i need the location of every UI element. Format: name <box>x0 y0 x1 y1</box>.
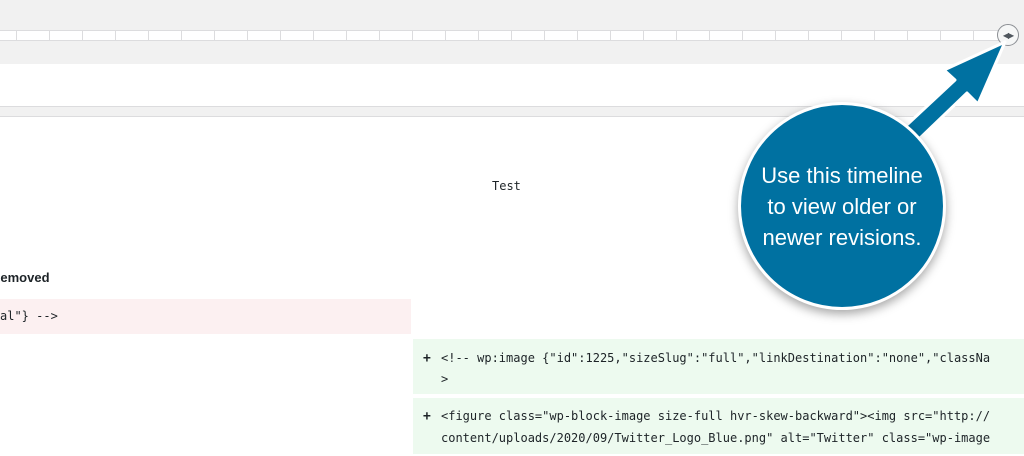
revision-meta-header <box>0 64 1024 107</box>
diff-title: Test <box>492 179 521 193</box>
timeline-revision-tick[interactable] <box>907 31 908 40</box>
added-code-line: <!-- wp:image {"id":1225,"sizeSlug":"ful… <box>441 351 991 365</box>
callout-line: newer revisions. <box>762 224 922 250</box>
timeline-revision-tick[interactable] <box>445 31 446 40</box>
timeline-revision-tick[interactable] <box>247 31 248 40</box>
added-code-line: content/uploads/2020/09/Twitter_Logo_Blu… <box>441 431 991 445</box>
timeline-revision-tick[interactable] <box>313 31 314 40</box>
timeline-revision-tick[interactable] <box>49 31 50 40</box>
timeline-revision-tick[interactable] <box>511 31 512 40</box>
timeline-slider-handle[interactable]: ◀▶ <box>997 24 1019 46</box>
removed-label-text: Removed <box>0 270 50 285</box>
timeline-revision-tick[interactable] <box>16 31 17 40</box>
callout-line: to view older or <box>767 193 917 219</box>
timeline-revision-tick[interactable] <box>214 31 215 40</box>
added-code-line: <figure class="wp-block-image size-full … <box>441 409 991 423</box>
diff-added-line: + <figure class="wp-block-image size-ful… <box>413 398 1024 454</box>
timeline-revision-tick[interactable] <box>643 31 644 40</box>
timeline-revision-tick[interactable] <box>148 31 149 40</box>
timeline-revision-tick[interactable] <box>742 31 743 40</box>
timeline-callout-bubble: Use this timeline to view older or newer… <box>738 102 946 310</box>
diff-added-line: + <!-- wp:image {"id":1225,"sizeSlug":"f… <box>413 339 1024 394</box>
revisions-screen: ◀▶ Test Removed al"} --> + <!-- wp:image… <box>0 0 1024 456</box>
diff-removed-line: al"} --> <box>0 299 411 334</box>
removed-code: al"} --> <box>0 309 58 323</box>
removed-column-label: Removed <box>0 270 59 285</box>
timeline-revision-tick[interactable] <box>973 31 974 40</box>
callout-line: Use this timeline <box>761 162 923 188</box>
timeline-revision-tick[interactable] <box>940 31 941 40</box>
left-right-arrows-icon: ◀▶ <box>1002 30 1014 40</box>
added-code-line: > <box>441 372 449 386</box>
timeline-revision-tick[interactable] <box>676 31 677 40</box>
timeline-slider-track[interactable] <box>0 30 1010 41</box>
revisions-timeline: ◀▶ <box>0 0 1024 65</box>
timeline-revision-tick[interactable] <box>346 31 347 40</box>
timeline-revision-tick[interactable] <box>478 31 479 40</box>
timeline-revision-tick[interactable] <box>709 31 710 40</box>
timeline-revision-tick[interactable] <box>82 31 83 40</box>
timeline-revision-tick[interactable] <box>412 31 413 40</box>
timeline-revision-tick[interactable] <box>544 31 545 40</box>
timeline-revision-tick[interactable] <box>808 31 809 40</box>
timeline-revision-tick[interactable] <box>610 31 611 40</box>
added-plus-icon: + <box>423 351 431 366</box>
timeline-revision-tick[interactable] <box>115 31 116 40</box>
timeline-revision-tick[interactable] <box>841 31 842 40</box>
added-plus-icon: + <box>423 409 431 424</box>
timeline-revision-tick[interactable] <box>775 31 776 40</box>
timeline-revision-tick[interactable] <box>280 31 281 40</box>
timeline-revision-tick[interactable] <box>577 31 578 40</box>
removed-code-text: al"} --> <box>0 309 58 323</box>
timeline-revision-tick[interactable] <box>874 31 875 40</box>
timeline-revision-tick[interactable] <box>379 31 380 40</box>
timeline-revision-tick[interactable] <box>181 31 182 40</box>
